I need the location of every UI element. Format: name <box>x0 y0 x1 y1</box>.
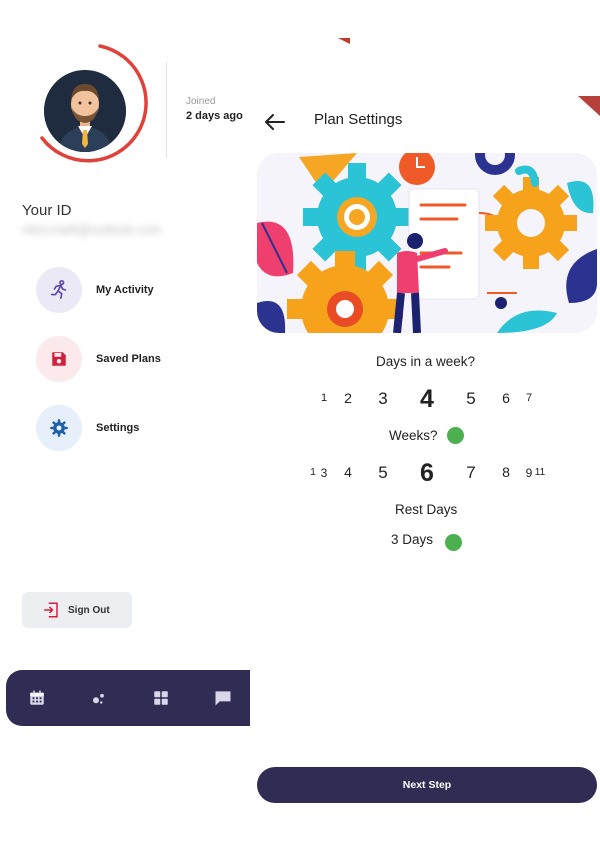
joined-value: 2 days ago <box>186 110 243 122</box>
rest-days-value: 3 Days <box>391 532 434 547</box>
weeks-option[interactable]: 7 <box>466 463 475 483</box>
menu-item-label: My Activity <box>96 284 154 296</box>
nav-calendar[interactable] <box>6 670 68 726</box>
days-option[interactable]: 1 <box>321 392 327 404</box>
days-option[interactable]: 6 <box>502 390 510 406</box>
corner-decoration <box>338 38 350 44</box>
gear-icon <box>36 405 82 451</box>
days-option-selected[interactable]: 4 <box>420 385 434 414</box>
weeks-option[interactable]: 8 <box>502 464 510 480</box>
menu-item-saved-plans[interactable]: Saved Plans <box>36 335 161 383</box>
sign-out-button[interactable]: Sign Out <box>22 592 132 628</box>
joined-label: Joined <box>186 96 216 107</box>
menu-item-label: Settings <box>96 422 140 434</box>
nav-activity[interactable] <box>68 670 130 726</box>
menu-item-my-activity[interactable]: My Activity <box>36 266 154 314</box>
rest-days-label: Rest Days <box>395 502 458 517</box>
bottom-nav <box>6 670 258 726</box>
settings-illustration <box>257 153 597 333</box>
your-id-label: Your ID <box>22 202 72 219</box>
running-icon <box>36 267 82 313</box>
weeks-option[interactable]: 5 <box>378 463 387 483</box>
your-id-value: mkrs.haifi@outlook.com <box>22 222 161 237</box>
menu-item-label: Saved Plans <box>96 353 161 365</box>
weeks-option[interactable]: 4 <box>344 464 352 480</box>
sign-out-label: Sign Out <box>68 604 110 616</box>
weeks-toggle[interactable] <box>447 427 464 444</box>
nav-grid[interactable] <box>130 670 192 726</box>
weeks-option[interactable]: 3 <box>321 466 328 480</box>
nav-chat[interactable] <box>192 670 254 726</box>
weeks-option-selected[interactable]: 6 <box>420 459 434 488</box>
calendar-icon <box>30 690 44 705</box>
weeks-option[interactable]: 9 <box>526 466 533 480</box>
next-step-button[interactable]: Next Step <box>257 767 597 803</box>
navigation-drawer: Joined 2 days ago Your ID mkrs.haifi@out… <box>0 0 258 850</box>
days-option[interactable]: 7 <box>526 392 532 404</box>
chat-icon <box>215 691 231 706</box>
rest-days-toggle[interactable] <box>445 534 462 551</box>
weeks-option[interactable]: 11 <box>535 467 545 478</box>
header-divider <box>166 62 167 158</box>
days-option[interactable]: 2 <box>344 390 352 406</box>
page-title: Plan Settings <box>314 111 403 128</box>
menu-item-settings[interactable]: Settings <box>36 404 139 452</box>
back-arrow-icon[interactable] <box>262 110 288 134</box>
sign-out-icon <box>44 602 58 618</box>
avatar[interactable] <box>44 70 126 152</box>
days-per-week-label: Days in a week? <box>376 354 476 369</box>
days-option[interactable]: 3 <box>378 389 387 409</box>
floppy-icon <box>36 336 82 382</box>
weeks-label: Weeks? <box>389 428 438 443</box>
weeks-option[interactable]: 1 <box>310 467 316 478</box>
grid-icon <box>154 691 168 705</box>
dots-icon <box>93 693 104 704</box>
days-option[interactable]: 5 <box>466 389 475 409</box>
